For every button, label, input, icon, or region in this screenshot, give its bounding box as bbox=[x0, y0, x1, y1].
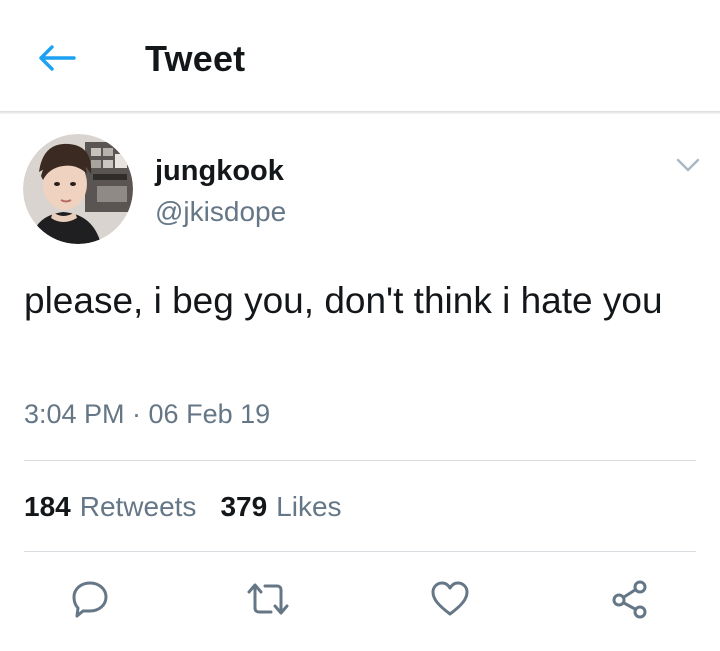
header-divider bbox=[0, 111, 720, 114]
divider bbox=[24, 460, 696, 461]
retweet-button[interactable] bbox=[244, 576, 292, 622]
likes-label: Likes bbox=[276, 491, 342, 522]
page-title: Tweet bbox=[145, 38, 246, 79]
top-app-bar: Tweet bbox=[0, 0, 720, 112]
likes-stat[interactable]: 379 Likes bbox=[220, 490, 341, 524]
tweet-detail-screen: Tweet jungkook @jkisdope please, i beg y… bbox=[0, 0, 720, 651]
tweet-options-button[interactable] bbox=[672, 150, 704, 180]
author-handle[interactable]: @jkisdope bbox=[155, 195, 286, 229]
retweets-stat[interactable]: 184 Retweets bbox=[24, 490, 196, 524]
avatar[interactable] bbox=[23, 134, 133, 244]
retweet-icon bbox=[247, 583, 289, 615]
chevron-down-icon bbox=[676, 158, 700, 172]
share-icon bbox=[612, 580, 647, 619]
tweet-stats: 184 Retweets 379 Likes bbox=[24, 490, 342, 524]
likes-count: 379 bbox=[220, 491, 268, 522]
author-display-name[interactable]: jungkook bbox=[155, 154, 284, 188]
retweets-label: Retweets bbox=[79, 491, 197, 522]
tweet-timestamp: 3:04 PM · 06 Feb 19 bbox=[24, 399, 271, 429]
retweets-count: 184 bbox=[24, 491, 71, 522]
reply-button[interactable] bbox=[66, 576, 114, 622]
reply-icon bbox=[72, 581, 108, 618]
arrow-left-icon bbox=[39, 45, 76, 71]
divider bbox=[24, 551, 696, 552]
like-button[interactable] bbox=[426, 576, 474, 622]
like-icon bbox=[431, 581, 469, 616]
tweet-text: please, i beg you, don't think i hate yo… bbox=[24, 280, 663, 321]
profile-photo bbox=[23, 134, 133, 244]
back-button[interactable] bbox=[30, 38, 84, 78]
share-button[interactable] bbox=[606, 576, 654, 622]
